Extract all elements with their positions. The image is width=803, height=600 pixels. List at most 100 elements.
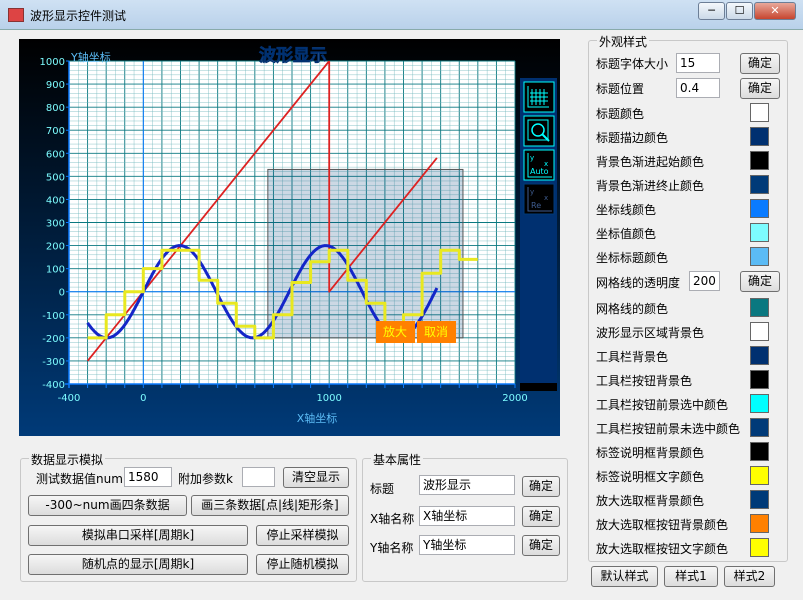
appearance-title: 外观样式 [597,33,650,50]
svg-text:Auto: Auto [530,167,549,176]
grid-alpha-ok-button[interactable]: 确定 [740,271,780,292]
basic-properties-title: 基本属性 [371,451,424,468]
data-simulation-title: 数据显示模拟 [29,451,106,468]
color-swatch[interactable] [750,466,769,485]
zoom-icon[interactable] [523,115,555,147]
zoom-selection[interactable] [267,168,464,339]
color-swatch[interactable] [750,151,769,170]
color-swatch[interactable] [750,490,769,509]
stop-sampling-button[interactable]: 停止采样模拟 [256,525,349,546]
grid-alpha-input[interactable]: 200 [689,271,720,291]
draw-three-series-button[interactable]: 画三条数据[点|线|矩形条] [191,495,349,516]
maximize-button[interactable]: ☐ [726,2,753,20]
title-font-ok-button[interactable]: 确定 [740,53,780,74]
color-label: 标签说明框背景颜色 [596,446,705,460]
title-font-size-label: 标题字体大小 [596,57,669,71]
color-label: 放大选取框按钮背景颜色 [596,518,729,532]
color-label: 标题颜色 [596,107,645,121]
style2-button[interactable]: 样式2 [724,566,775,587]
y-tick-label: 600 [46,149,65,160]
color-swatch[interactable] [750,322,769,341]
y-tick-label: 400 [46,195,65,206]
color-swatch[interactable] [750,175,769,194]
auto-scale-icon[interactable]: y x Auto [523,149,555,181]
title-font-size-input[interactable]: 15 [676,53,720,73]
color-swatch[interactable] [750,346,769,365]
color-label: 工具栏按钮背景色 [596,374,693,388]
color-label: 网格线的颜色 [596,302,669,316]
reset-icon[interactable]: y x Re [523,183,555,215]
color-swatch[interactable] [750,247,769,266]
y-name-label: Y轴名称 [370,541,414,555]
color-swatch[interactable] [750,199,769,218]
color-label: 工具栏背景色 [596,350,669,364]
color-label: 背景色渐进起始颜色 [596,155,705,169]
cancel-zoom-button[interactable]: 取消 [424,325,448,339]
color-label: 波形显示区域背景色 [596,326,705,340]
color-swatch[interactable] [750,442,769,461]
title-field-label: 标题 [370,482,395,496]
y-tick-label: -200 [42,334,65,345]
color-swatch[interactable] [750,370,769,389]
title-ok-button[interactable]: 确定 [522,476,560,497]
color-label: 放大选取框按钮文字颜色 [596,542,729,556]
color-swatch[interactable] [750,223,769,242]
y-tick-label: 300 [46,219,65,230]
default-style-button[interactable]: 默认样式 [591,566,658,587]
color-label: 坐标标题颜色 [596,251,669,265]
title-bar: 波形显示控件测试 ─ ☐ ✕ [0,0,803,30]
extra-param-input[interactable] [242,467,275,487]
color-label: 背景色渐进终止颜色 [596,179,705,193]
grid-icon[interactable] [523,81,555,113]
svg-text:y: y [530,154,534,162]
title-field-input[interactable]: 波形显示 [419,475,515,495]
color-label: 标题描边颜色 [596,131,669,145]
chart-svg[interactable]: 10009008007006005004003002001000-100-200… [19,39,560,436]
y-tick-label: -100 [42,311,65,322]
random-points-button[interactable]: 随机点的显示[周期k] [28,554,248,575]
stop-random-button[interactable]: 停止随机模拟 [256,554,349,575]
color-swatch[interactable] [750,514,769,533]
title-position-label: 标题位置 [596,82,645,96]
clear-display-button[interactable]: 清空显示 [283,467,349,488]
color-swatch[interactable] [750,103,769,122]
y-tick-label: 0 [59,288,65,299]
y-tick-label: 800 [46,103,65,114]
y-axis-title: Y轴坐标 [70,50,111,64]
test-count-label: 测试数据值num [36,472,123,486]
x-tick-label: 2000 [502,393,527,404]
close-button[interactable]: ✕ [754,2,796,20]
color-label: 坐标线颜色 [596,203,657,217]
y-tick-label: 100 [46,265,65,276]
grid-alpha-label: 网格线的透明度 [596,276,681,290]
title-position-ok-button[interactable]: 确定 [740,78,780,99]
svg-text:y: y [530,188,534,196]
x-axis-title: X轴坐标 [297,411,338,425]
window-title: 波形显示控件测试 [30,9,127,23]
color-swatch[interactable] [750,298,769,317]
waveform-chart[interactable]: 1000 900 800 700 600 500 400 300 200 100 0 -100 -200… [19,39,560,436]
draw-four-series-button[interactable]: -300~num画四条数据 [28,495,187,516]
x-name-label: X轴名称 [370,512,415,526]
color-swatch[interactable] [750,127,769,146]
test-count-input[interactable]: 1580 [124,467,172,487]
color-label: 工具栏按钮前景未选中颜色 [596,422,741,436]
color-swatch[interactable] [750,394,769,413]
title-position-input[interactable]: 0.4 [676,78,720,98]
minimize-button[interactable]: ─ [698,2,725,20]
zoom-in-button[interactable]: 放大 [383,324,407,339]
y-tick-label: 700 [46,126,65,137]
y-tick-label: -300 [42,357,65,368]
color-swatch[interactable] [750,418,769,437]
app-icon [8,8,24,22]
serial-sampling-button[interactable]: 模拟串口采样[周期k] [28,525,248,546]
color-swatch[interactable] [750,538,769,557]
color-label: 工具栏按钮前景选中颜色 [596,398,729,412]
x-name-ok-button[interactable]: 确定 [522,506,560,527]
x-name-input[interactable]: X轴坐标 [419,506,515,526]
svg-text:x: x [544,194,548,202]
y-name-ok-button[interactable]: 确定 [522,535,560,556]
zoom-selection-box [267,168,464,339]
y-name-input[interactable]: Y轴坐标 [419,535,515,555]
style1-button[interactable]: 样式1 [664,566,718,587]
